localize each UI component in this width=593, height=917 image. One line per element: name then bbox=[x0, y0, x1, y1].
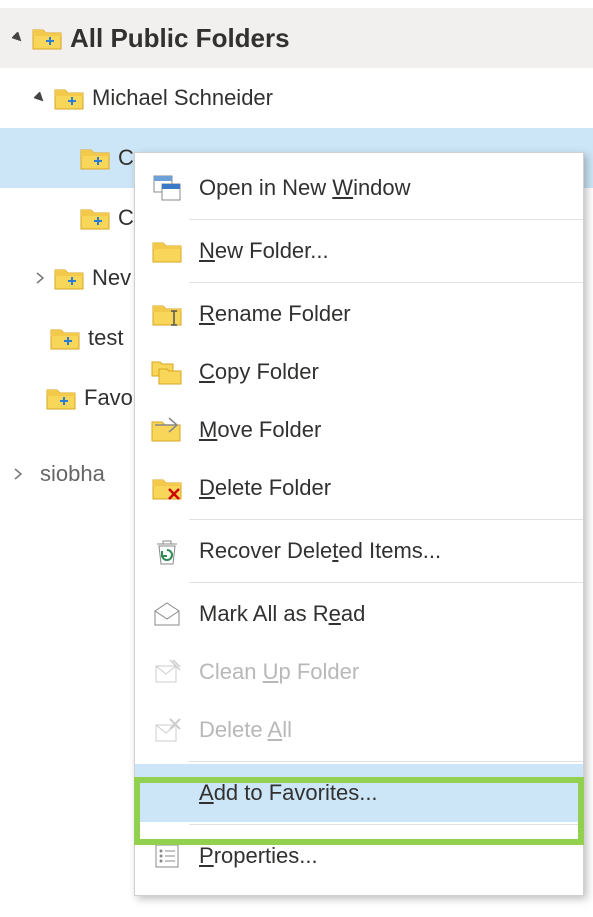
menu-recover-deleted[interactable]: Recover Deleted Items... bbox=[135, 522, 583, 580]
tree-account-label: siobha bbox=[40, 461, 105, 487]
folder-icon bbox=[54, 85, 84, 111]
menu-label: Rename Folder bbox=[199, 301, 351, 327]
blank-icon bbox=[149, 777, 185, 809]
menu-separator bbox=[189, 582, 583, 583]
tree-item-label: Favo bbox=[84, 385, 133, 411]
menu-label: Delete All bbox=[199, 717, 292, 743]
expander-icon[interactable] bbox=[8, 32, 28, 44]
menu-separator bbox=[189, 219, 583, 220]
properties-icon bbox=[149, 840, 185, 872]
menu-separator bbox=[189, 761, 583, 762]
menu-label: Properties... bbox=[199, 843, 318, 869]
folder-icon bbox=[32, 25, 62, 51]
move-folder-icon bbox=[149, 414, 185, 446]
menu-label: Mark All as Read bbox=[199, 601, 365, 627]
menu-label: Move Folder bbox=[199, 417, 321, 443]
folder-icon bbox=[46, 385, 76, 411]
recycle-bin-icon bbox=[149, 535, 185, 567]
menu-separator bbox=[189, 282, 583, 283]
tree-root-all-public-folders[interactable]: All Public Folders bbox=[0, 8, 593, 68]
rename-folder-icon bbox=[149, 298, 185, 330]
menu-label: Open in New Window bbox=[199, 175, 411, 201]
expander-icon[interactable] bbox=[8, 468, 28, 480]
menu-label: Clean Up Folder bbox=[199, 659, 359, 685]
menu-delete-all: Delete All bbox=[135, 701, 583, 759]
tree-item-label: Michael Schneider bbox=[92, 85, 273, 111]
menu-open-new-window[interactable]: Open in New Window bbox=[135, 159, 583, 217]
menu-copy-folder[interactable]: Copy Folder bbox=[135, 343, 583, 401]
folder-icon bbox=[80, 145, 110, 171]
menu-rename-folder[interactable]: Rename Folder bbox=[135, 285, 583, 343]
tree-item-label: test bbox=[88, 325, 123, 351]
folder-icon bbox=[50, 325, 80, 351]
folder-icon bbox=[149, 235, 185, 267]
tree-root-label: All Public Folders bbox=[70, 23, 290, 54]
menu-mark-all-read[interactable]: Mark All as Read bbox=[135, 585, 583, 643]
folder-icon bbox=[54, 265, 84, 291]
menu-delete-folder[interactable]: Delete Folder bbox=[135, 459, 583, 517]
tree-item-user[interactable]: Michael Schneider bbox=[0, 68, 593, 128]
context-menu: Open in New Window New Folder... Rename … bbox=[134, 152, 584, 896]
tree-item-label: Nev bbox=[92, 265, 131, 291]
menu-new-folder[interactable]: New Folder... bbox=[135, 222, 583, 280]
expander-icon[interactable] bbox=[30, 272, 50, 284]
menu-label: Recover Deleted Items... bbox=[199, 538, 441, 564]
copy-folder-icon bbox=[149, 356, 185, 388]
menu-label: Add to Favorites... bbox=[199, 780, 378, 806]
envelope-open-icon bbox=[149, 598, 185, 630]
menu-move-folder[interactable]: Move Folder bbox=[135, 401, 583, 459]
menu-label: Delete Folder bbox=[199, 475, 331, 501]
new-window-icon bbox=[149, 172, 185, 204]
delete-all-icon bbox=[149, 714, 185, 746]
expander-icon[interactable] bbox=[30, 92, 50, 104]
menu-clean-up-folder: Clean Up Folder bbox=[135, 643, 583, 701]
clean-folder-icon bbox=[149, 656, 185, 688]
menu-label: Copy Folder bbox=[199, 359, 319, 385]
menu-separator bbox=[189, 519, 583, 520]
menu-label: New Folder... bbox=[199, 238, 329, 264]
menu-separator bbox=[189, 824, 583, 825]
menu-properties[interactable]: Properties... bbox=[135, 827, 583, 885]
menu-add-to-favorites[interactable]: Add to Favorites... bbox=[135, 764, 583, 822]
folder-icon bbox=[80, 205, 110, 231]
delete-folder-icon bbox=[149, 472, 185, 504]
